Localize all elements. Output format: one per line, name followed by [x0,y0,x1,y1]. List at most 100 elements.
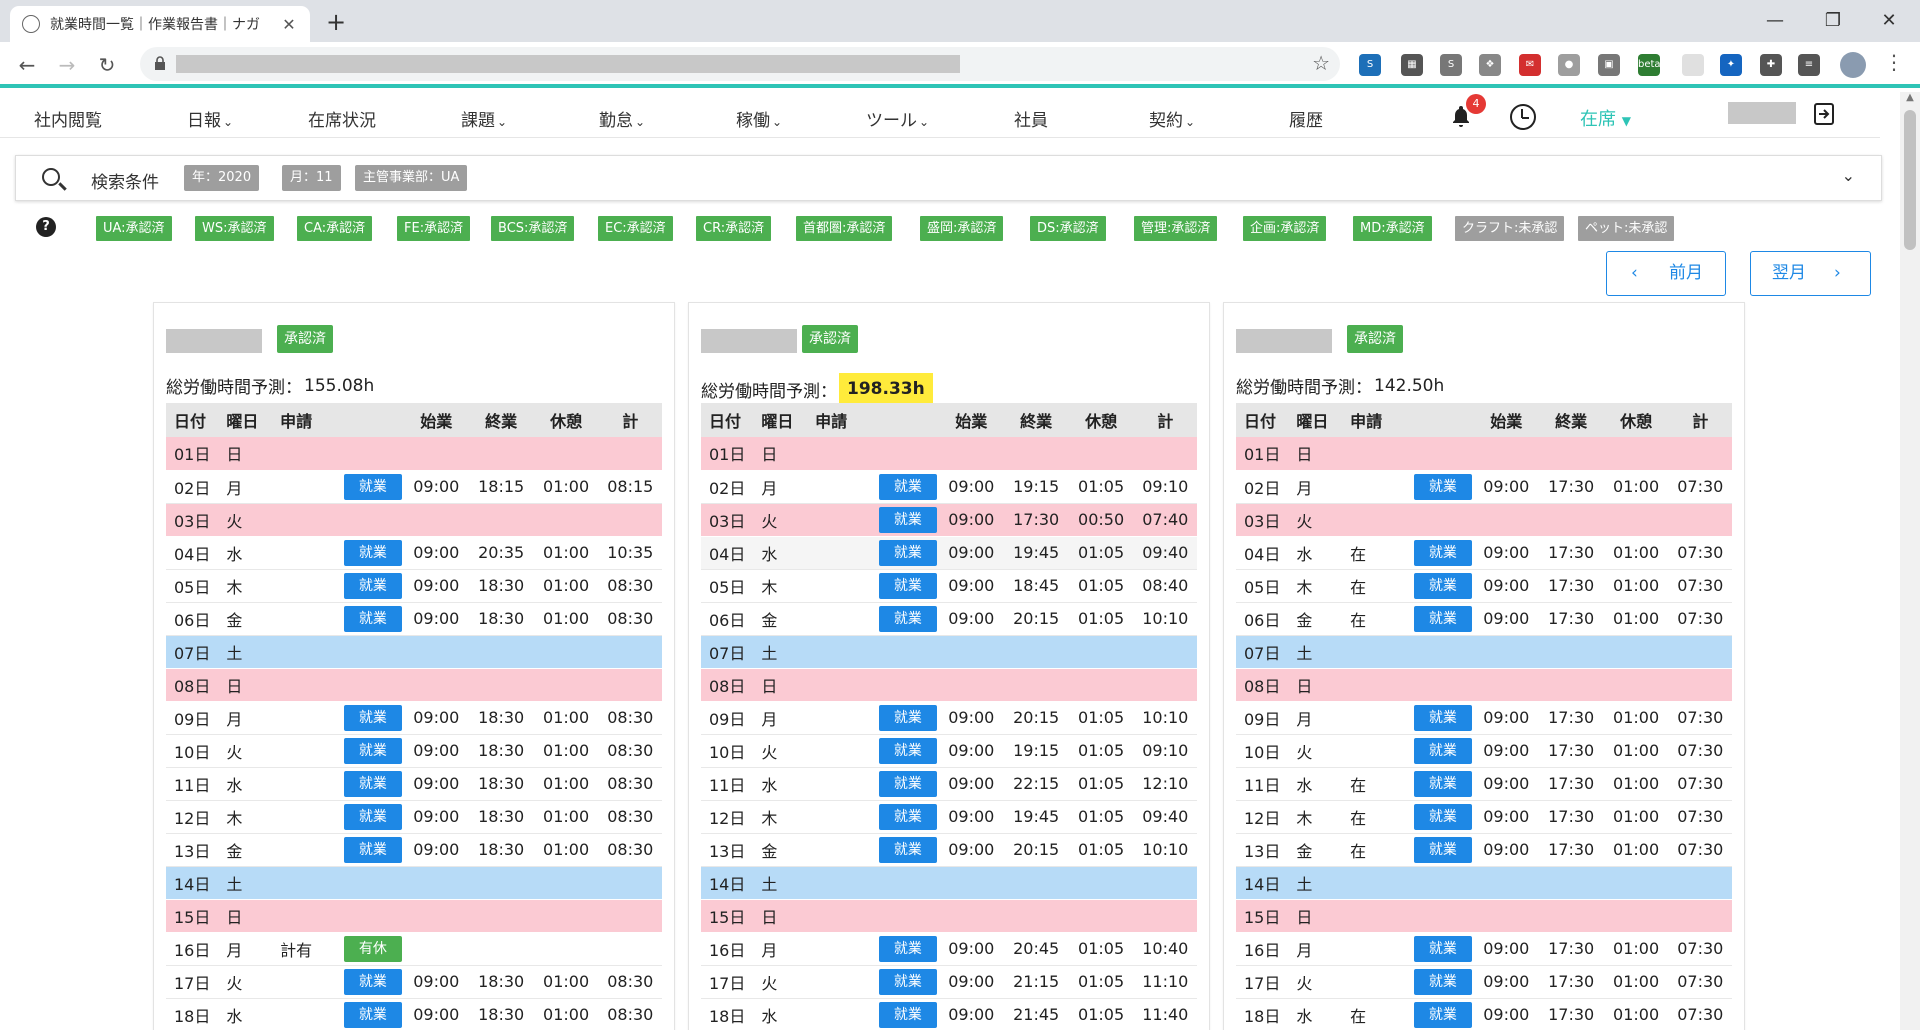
mail-icon[interactable]: ✉ [1519,54,1541,76]
department-status-badge[interactable]: WS:承認済 [195,216,274,241]
work-button[interactable]: 就業 [878,803,937,830]
work-button[interactable]: 就業 [1413,836,1472,863]
table-row[interactable]: 08日日 [166,668,662,702]
work-button[interactable]: 就業 [343,473,402,500]
search-conditions-panel[interactable]: 検索条件 年：2020 月：11 主管事業部：UA ⌄ [15,155,1882,201]
department-status-badge[interactable]: 管理:承認済 [1134,216,1218,241]
table-row[interactable]: 17日火 就業 09:00 21:15 01:05 11:10 [701,965,1197,999]
work-button[interactable]: 就業 [1413,572,1472,599]
table-row[interactable]: 07日土 [701,635,1197,669]
help-icon[interactable]: ? [36,217,56,237]
skype-icon[interactable]: S [1440,54,1462,76]
department-status-badge[interactable]: クラフト:未承認 [1455,216,1565,241]
table-row[interactable]: 12日木在就業 09:00 17:30 01:00 07:30 [1236,800,1732,834]
dropbox-icon[interactable]: ❖ [1479,54,1501,76]
work-button[interactable]: 就業 [878,572,937,599]
table-row[interactable]: 11日水 就業 09:00 18:30 01:00 08:30 [166,767,662,801]
table-row[interactable]: 01日日 [701,437,1197,471]
table-row[interactable]: 02日月 就業 09:00 18:15 01:00 08:15 [166,470,662,504]
table-row[interactable]: 17日火 就業 09:00 18:30 01:00 08:30 [166,965,662,999]
nav-item-4[interactable]: 課題 ⌄ [461,106,507,131]
table-row[interactable]: 09日月 就業 09:00 17:30 01:00 07:30 [1236,701,1732,735]
image-icon[interactable]: ▣ [1598,54,1620,76]
table-row[interactable]: 12日木 就業 09:00 19:45 01:05 09:40 [701,800,1197,834]
scroll-up-arrow-icon[interactable]: ▲ [1900,92,1920,108]
table-row[interactable]: 09日月 就業 09:00 20:15 01:05 10:10 [701,701,1197,735]
next-month-button[interactable]: 翌月 › [1750,251,1871,296]
department-status-badge[interactable]: 企画:承認済 [1243,216,1327,241]
nav-item-6[interactable]: 稼働 ⌄ [736,106,782,131]
table-row[interactable]: 11日水 就業 09:00 22:15 01:05 12:10 [701,767,1197,801]
table-row[interactable]: 01日日 [1236,437,1732,471]
work-button[interactable]: 就業 [878,704,937,731]
nav-item-10[interactable]: 履歴 [1289,106,1323,131]
department-status-badge[interactable]: 盛岡:承認済 [920,216,1004,241]
department-status-badge[interactable]: EC:承認済 [598,216,673,241]
table-row[interactable]: 04日水 就業 09:00 20:35 01:00 10:35 [166,536,662,570]
s-icon[interactable]: S [1359,54,1381,76]
table-row[interactable]: 10日火 就業 09:00 19:15 01:05 09:10 [701,734,1197,768]
work-button[interactable]: 就業 [343,1001,402,1028]
table-row[interactable]: 05日木 就業 09:00 18:30 01:00 08:30 [166,569,662,603]
work-button[interactable]: 就業 [1413,704,1472,731]
table-row[interactable]: 03日火 [1236,503,1732,537]
table-row[interactable]: 13日金 就業 09:00 20:15 01:05 10:10 [701,833,1197,867]
nav-item-5[interactable]: 勤怠 ⌄ [599,106,645,131]
department-status-badge[interactable]: BCS:承認済 [491,216,575,241]
table-row[interactable]: 11日水在就業 09:00 17:30 01:00 07:30 [1236,767,1732,801]
work-button[interactable]: 就業 [343,968,402,995]
table-row[interactable]: 08日日 [1236,668,1732,702]
work-button[interactable]: 就業 [1413,473,1472,500]
minimize-button[interactable]: — [1752,6,1798,36]
department-status-badge[interactable]: CR:承認済 [696,216,772,241]
blank-ext-icon[interactable] [1682,54,1704,76]
table-row[interactable]: 02日月 就業 09:00 17:30 01:00 07:30 [1236,470,1732,504]
new-tab-button[interactable]: + [322,8,350,36]
nav-item-8[interactable]: 社員 [1014,106,1048,131]
work-button[interactable]: 就業 [878,968,937,995]
nav-item-1[interactable]: 社内閲覧 [34,106,102,131]
department-status-badge[interactable]: CA:承認済 [297,216,373,241]
page-scrollbar[interactable]: ▲ [1900,92,1920,1030]
table-row[interactable]: 16日月 就業 09:00 20:45 01:05 10:40 [701,932,1197,966]
work-button[interactable]: 就業 [1413,1001,1472,1028]
table-row[interactable]: 16日月 就業 09:00 17:30 01:00 07:30 [1236,932,1732,966]
work-button[interactable]: 就業 [878,506,937,533]
paid-leave-button[interactable]: 有休 [343,935,402,962]
work-button[interactable]: 就業 [1413,605,1472,632]
browser-menu-icon[interactable]: ⋮ [1884,50,1904,74]
table-row[interactable]: 09日月 就業 09:00 18:30 01:00 08:30 [166,701,662,735]
attendance-status-dropdown[interactable]: 在席 ▼ [1580,105,1631,131]
work-button[interactable]: 就業 [343,572,402,599]
work-button[interactable]: 就業 [343,737,402,764]
logout-icon[interactable] [1812,102,1836,126]
chat-icon[interactable]: ● [1558,54,1580,76]
work-button[interactable]: 就業 [343,704,402,731]
department-status-badge[interactable]: FE:承認済 [397,216,471,241]
table-row[interactable]: 03日火 [166,503,662,537]
table-row[interactable]: 05日木 就業 09:00 18:45 01:05 08:40 [701,569,1197,603]
table-row[interactable]: 06日金在就業 09:00 17:30 01:00 07:30 [1236,602,1732,636]
chevron-down-icon[interactable]: ⌄ [1842,166,1855,185]
table-row[interactable]: 12日木 就業 09:00 18:30 01:00 08:30 [166,800,662,834]
table-row[interactable]: 14日土 [166,866,662,900]
nav-item-2[interactable]: 日報 ⌄ [187,106,233,131]
department-status-badge[interactable]: DS:承認済 [1030,216,1106,241]
profile-avatar[interactable] [1840,52,1866,78]
table-row[interactable]: 07日土 [1236,635,1732,669]
work-button[interactable]: 就業 [1413,935,1472,962]
back-arrow-icon[interactable]: ← [12,50,42,80]
grid-icon[interactable]: ▦ [1401,54,1423,76]
tool-icon[interactable]: ✦ [1720,54,1742,76]
work-button[interactable]: 就業 [343,836,402,863]
table-row[interactable]: 10日火 就業 09:00 18:30 01:00 08:30 [166,734,662,768]
work-button[interactable]: 就業 [1413,803,1472,830]
clock-icon[interactable] [1510,104,1536,130]
browser-tab[interactable]: 就業時間一覧｜作業報告書｜ナガ ✕ [10,6,310,42]
work-button[interactable]: 就業 [1413,968,1472,995]
table-row[interactable]: 01日日 [166,437,662,471]
puzzle-icon[interactable]: ✚ [1760,54,1782,76]
table-row[interactable]: 15日日 [1236,899,1732,933]
table-row[interactable]: 04日水在就業 09:00 17:30 01:00 07:30 [1236,536,1732,570]
tab-close-icon[interactable]: ✕ [280,15,298,34]
